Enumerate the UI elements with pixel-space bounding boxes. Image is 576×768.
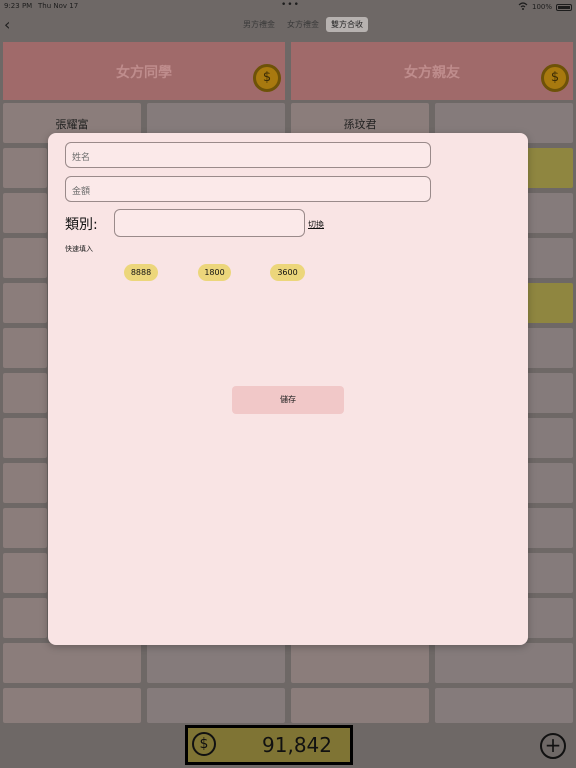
grid-cell[interactable] xyxy=(3,193,47,233)
quick-fill-label: 快速填入 xyxy=(65,245,93,253)
grid-cell[interactable] xyxy=(3,508,47,548)
grid-cell[interactable] xyxy=(3,643,141,683)
grid-cell[interactable] xyxy=(3,328,47,368)
grid-cell[interactable] xyxy=(147,688,285,723)
quick-fill-chip[interactable]: 1800 xyxy=(198,264,231,281)
status-bar: 9:23 PM Thu Nov 17 ••• 100% xyxy=(0,0,576,12)
total-inner: $ 91,842 xyxy=(188,728,350,762)
tab-female-gift[interactable]: 女方禮金 xyxy=(282,17,324,32)
dollar-icon: $ xyxy=(192,732,216,756)
card-header-relatives: 女方親友 $ xyxy=(291,42,573,100)
quick-fill-chip[interactable]: 8888 xyxy=(124,264,158,281)
amount-field[interactable]: 金額 xyxy=(65,176,431,202)
grid-cell[interactable] xyxy=(3,238,47,278)
save-button[interactable]: 儲存 xyxy=(232,386,344,414)
status-date: Thu Nov 17 xyxy=(38,2,79,10)
switch-category-link[interactable]: 切換 xyxy=(308,219,324,230)
quick-fill-chip[interactable]: 3600 xyxy=(270,264,305,281)
grid-cell[interactable] xyxy=(3,553,47,593)
grid-cell[interactable] xyxy=(435,688,573,723)
card-title: 女方同學 xyxy=(116,65,172,81)
guest-name: 張耀富 xyxy=(55,118,89,131)
add-entry-icon[interactable]: + xyxy=(540,733,566,759)
battery-percent: 100% xyxy=(531,3,552,11)
grid-cell[interactable] xyxy=(291,688,429,723)
card-header-classmates: 女方同學 $ xyxy=(3,42,285,100)
coin-icon[interactable]: $ xyxy=(253,64,281,92)
guest-name: 孫玟君 xyxy=(343,118,377,131)
category-label: 類別: xyxy=(65,217,98,233)
segmented-control: 男方禮金 女方禮金 雙方合收 xyxy=(238,17,368,32)
grid-cell[interactable] xyxy=(3,418,47,458)
battery-icon xyxy=(556,3,572,11)
grid-cell[interactable] xyxy=(3,463,47,503)
total-amount: 91,842 xyxy=(262,733,332,757)
grid-cell[interactable] xyxy=(435,643,573,683)
total-display: $ 91,842 xyxy=(185,725,353,765)
grid-cell[interactable] xyxy=(3,373,47,413)
category-input[interactable] xyxy=(114,209,305,237)
back-chevron-icon[interactable]: ‹ xyxy=(4,16,20,34)
entry-modal: 姓名 金額 類別: 切換 快速填入 8888 1800 3600 儲存 xyxy=(48,133,528,645)
grid-cell[interactable] xyxy=(3,283,47,323)
tab-male-gift[interactable]: 男方禮金 xyxy=(238,17,280,32)
grid-cell[interactable] xyxy=(147,643,285,683)
grid-cell[interactable] xyxy=(291,643,429,683)
grid-cell[interactable] xyxy=(3,148,47,188)
multitask-dots-icon[interactable]: ••• xyxy=(281,0,300,10)
grid-cell[interactable] xyxy=(3,598,47,638)
coin-icon[interactable]: $ xyxy=(541,64,569,92)
tab-combined[interactable]: 雙方合收 xyxy=(326,17,368,32)
grid-cell[interactable] xyxy=(3,688,141,723)
card-title: 女方親友 xyxy=(404,65,460,81)
status-right: 100% xyxy=(518,2,572,12)
name-field[interactable]: 姓名 xyxy=(65,142,431,168)
wifi-icon xyxy=(518,2,528,12)
status-time: 9:23 PM xyxy=(4,2,33,10)
